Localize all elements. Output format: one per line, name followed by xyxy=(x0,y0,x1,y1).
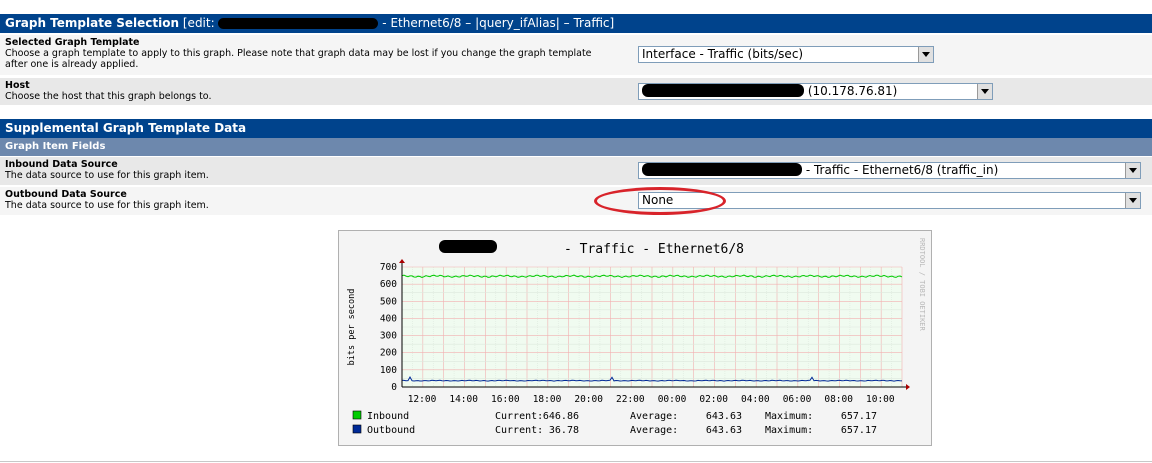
x-tick-label: 10:00 xyxy=(866,394,895,405)
selected-template-description: Choose a graph template to apply to this… xyxy=(5,48,592,70)
selected-template-row: Selected Graph Template Choose a graph t… xyxy=(0,35,1152,75)
x-tick-label: 08:00 xyxy=(824,394,853,405)
chevron-down-icon[interactable] xyxy=(918,47,933,62)
legend-maximum-label: Maximum: xyxy=(765,411,813,422)
legend-average-value: 643.63 xyxy=(706,411,742,422)
section-title: Graph Template Selection xyxy=(5,16,180,30)
y-tick-label: 400 xyxy=(380,313,397,324)
red-highlight-ellipse xyxy=(594,187,726,215)
chart-title: - Traffic - Ethernet6/8 xyxy=(564,242,744,257)
x-tick-label: 02:00 xyxy=(699,394,728,405)
chart-legend: Inbound Current: 646.86 Average: 643.63 Maxim… xyxy=(352,410,877,436)
bottom-divider xyxy=(0,461,1152,462)
x-tick-label: 16:00 xyxy=(491,394,520,405)
x-tick-label: 06:00 xyxy=(783,394,812,405)
legend-swatch-outbound xyxy=(352,424,362,434)
graph-template-value: Interface - Traffic (bits/sec) xyxy=(642,47,804,61)
y-axis-arrow-icon xyxy=(399,259,405,263)
y-tick-label: 100 xyxy=(380,365,397,376)
outbound-description: The data source to use for this graph it… xyxy=(5,200,209,211)
legend-name: Outbound xyxy=(367,425,415,436)
section-title: Supplemental Graph Template Data xyxy=(5,121,247,135)
redacted-host xyxy=(642,84,804,97)
edit-prefix: [edit: xyxy=(182,16,215,30)
chevron-down-icon[interactable] xyxy=(1125,163,1140,178)
graph-template-selection-header: Graph Template Selection [edit: - Ethern… xyxy=(0,14,1152,33)
legend-current-label: Current: xyxy=(495,425,543,436)
y-tick-label: 0 xyxy=(391,382,397,393)
y-tick-label: 300 xyxy=(380,331,397,342)
selected-template-label: Selected Graph Template xyxy=(5,37,140,48)
plot-area: 0 100 200 300 400 500 600 700 12:00 14:00 16:00 18:… xyxy=(380,259,910,405)
inbound-value: - Traffic - Ethernet6/8 (traffic_in) xyxy=(805,163,999,177)
graph-item-fields-subheader: Graph Item Fields xyxy=(0,138,1152,156)
x-tick-label: 18:00 xyxy=(533,394,562,405)
host-select[interactable]: (10.178.76.81) xyxy=(638,83,993,100)
y-tick-label: 500 xyxy=(380,296,397,307)
chevron-down-icon[interactable] xyxy=(1125,193,1140,208)
chevron-down-icon[interactable] xyxy=(977,84,992,99)
legend-average-label: Average: xyxy=(630,425,678,436)
host-description: Choose the host that this graph belongs … xyxy=(5,91,212,102)
legend-name: Inbound xyxy=(367,411,409,422)
edit-suffix: - Ethernet6/8 – |query_ifAlias| – Traffi… xyxy=(382,16,615,30)
redacted-host-name xyxy=(218,18,379,29)
y-tick-label: 600 xyxy=(380,279,397,290)
legend-current-value: 36.78 xyxy=(549,425,579,436)
traffic-graph[interactable]: - Traffic - Ethernet6/8 RRDTOOL / TOBI O… xyxy=(338,230,932,446)
redacted-data-source xyxy=(642,163,802,176)
legend-average-label: Average: xyxy=(630,411,678,422)
legend-maximum-label: Maximum: xyxy=(765,425,813,436)
x-tick-label: 04:00 xyxy=(741,394,770,405)
y-tick-label: 700 xyxy=(380,262,397,273)
x-tick-label: 22:00 xyxy=(616,394,645,405)
inbound-data-source-select[interactable]: - Traffic - Ethernet6/8 (traffic_in) xyxy=(638,162,1141,179)
legend-maximum-value: 657.17 xyxy=(841,411,877,422)
host-value: (10.178.76.81) xyxy=(807,84,898,98)
x-axis-arrow-icon xyxy=(906,384,910,390)
legend-current-value: 646.86 xyxy=(543,411,579,422)
rrdtool-watermark: RRDTOOL / TOBI OETIKER xyxy=(918,238,926,332)
y-tick-label: 200 xyxy=(380,348,397,359)
redacted-chart-host xyxy=(439,240,497,253)
legend-swatch-inbound xyxy=(352,410,362,420)
x-tick-label: 20:00 xyxy=(574,394,603,405)
traffic-chart-svg: - Traffic - Ethernet6/8 RRDTOOL / TOBI O… xyxy=(347,238,926,436)
graph-template-select[interactable]: Interface - Traffic (bits/sec) xyxy=(638,46,934,63)
x-tick-label: 12:00 xyxy=(408,394,437,405)
inbound-description: The data source to use for this graph it… xyxy=(5,170,209,181)
x-tick-label: 14:00 xyxy=(449,394,478,405)
supplemental-data-header: Supplemental Graph Template Data xyxy=(0,119,1152,138)
x-tick-label: 00:00 xyxy=(658,394,687,405)
legend-current-label: Current: xyxy=(495,411,543,422)
y-axis-label: bits per second xyxy=(347,289,357,366)
legend-average-value: 643.63 xyxy=(706,425,742,436)
legend-maximum-value: 657.17 xyxy=(841,425,877,436)
